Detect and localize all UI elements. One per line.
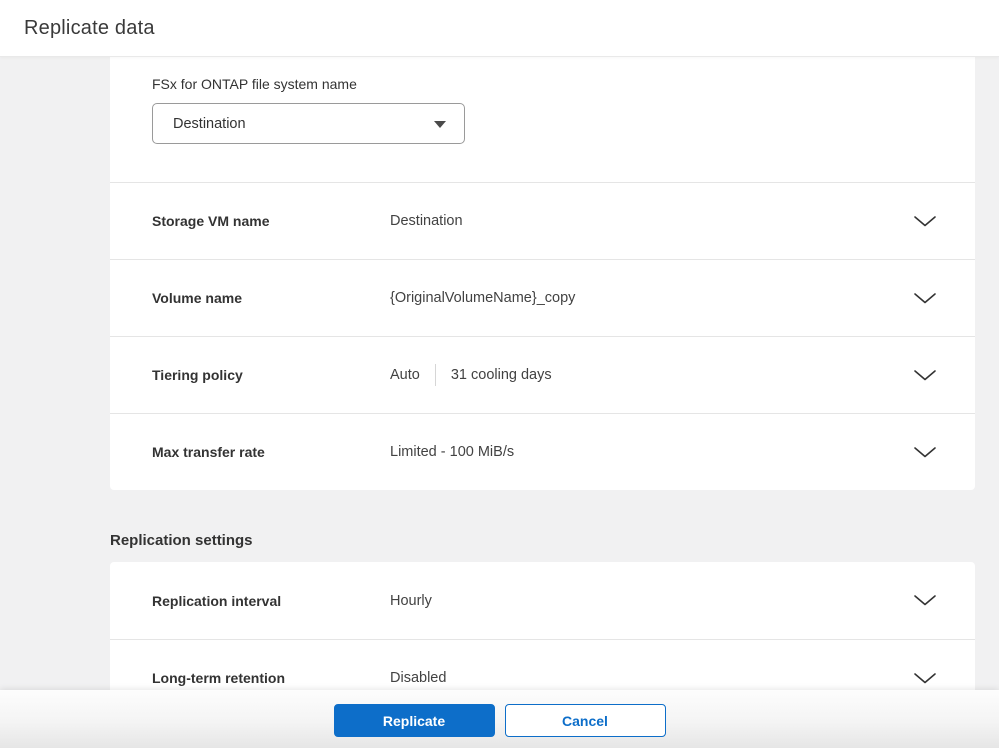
content-area: FSx for ONTAP file system name Destinati… xyxy=(0,57,999,748)
chevron-down-icon[interactable] xyxy=(913,214,937,228)
row-label: Tiering policy xyxy=(152,367,243,383)
accordion-row-replication-interval[interactable]: Replication interval Hourly xyxy=(110,562,975,639)
row-label: Replication interval xyxy=(152,592,282,609)
chevron-down-icon[interactable] xyxy=(913,671,937,685)
chevron-down-icon[interactable] xyxy=(913,368,937,382)
tiering-cooling-days: 31 cooling days xyxy=(450,367,552,383)
tiering-policy-mode: Auto xyxy=(390,367,420,383)
accordion-row-tiering-policy[interactable]: Tiering policy Auto 31 cooling days xyxy=(110,336,975,413)
accordion-row-storage-vm-name[interactable]: Storage VM name Destination xyxy=(110,182,975,259)
row-value: Disabled xyxy=(390,670,447,686)
footer-action-bar: Replicate Cancel xyxy=(0,690,999,748)
file-system-selected-value: Destination xyxy=(173,115,246,132)
destination-settings-card: FSx for ONTAP file system name Destinati… xyxy=(110,57,975,490)
replication-settings-heading: Replication settings xyxy=(110,532,253,549)
file-system-section: FSx for ONTAP file system name Destinati… xyxy=(110,57,975,182)
value-divider xyxy=(434,364,436,386)
file-system-select[interactable]: Destination xyxy=(152,103,465,144)
row-label: Max transfer rate xyxy=(152,444,265,460)
row-value: {OriginalVolumeName}_copy xyxy=(390,290,576,306)
chevron-down-icon[interactable] xyxy=(913,594,937,608)
page-title: Replicate data xyxy=(24,16,155,39)
row-label: Long-term retention xyxy=(152,670,285,686)
row-value: Auto 31 cooling days xyxy=(390,364,552,386)
replicate-button[interactable]: Replicate xyxy=(333,704,495,737)
row-label: Volume name xyxy=(152,290,242,306)
chevron-down-icon[interactable] xyxy=(913,291,937,305)
dialog-header: Replicate data xyxy=(0,0,999,57)
row-value: Hourly xyxy=(390,592,432,609)
chevron-down-icon[interactable] xyxy=(913,445,937,459)
file-system-label: FSx for ONTAP file system name xyxy=(152,76,357,92)
accordion-row-volume-name[interactable]: Volume name {OriginalVolumeName}_copy xyxy=(110,259,975,336)
row-label: Storage VM name xyxy=(152,213,270,229)
caret-down-icon xyxy=(434,121,446,128)
accordion-row-max-transfer-rate[interactable]: Max transfer rate Limited - 100 MiB/s xyxy=(110,413,975,490)
cancel-button[interactable]: Cancel xyxy=(504,704,666,737)
row-value: Limited - 100 MiB/s xyxy=(390,444,515,460)
row-value: Destination xyxy=(390,213,463,229)
